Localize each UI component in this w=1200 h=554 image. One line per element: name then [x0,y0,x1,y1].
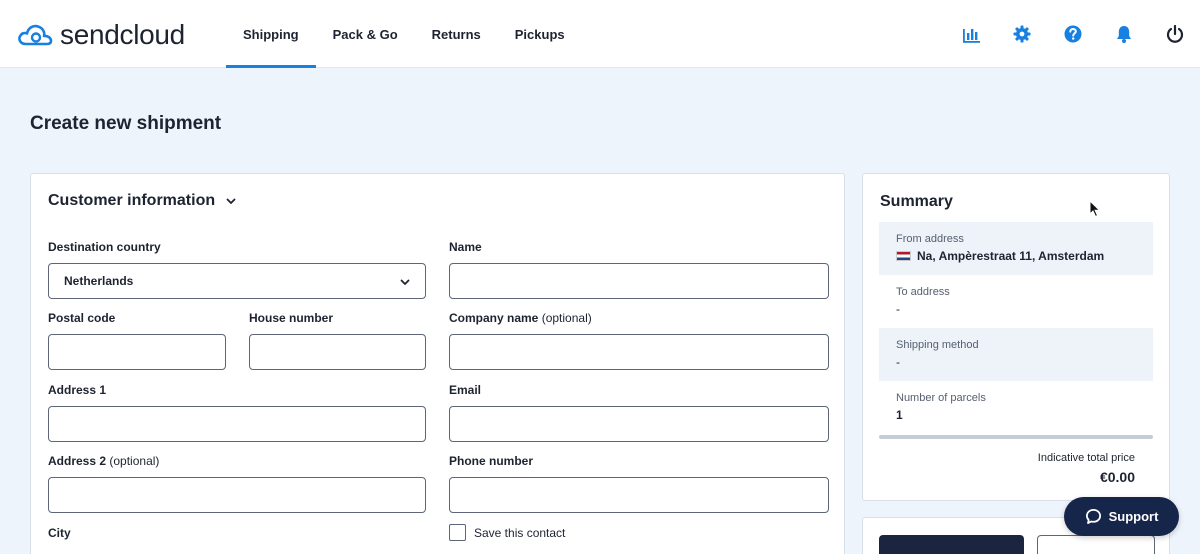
gear-icon [1013,25,1031,43]
to-address-label: To address [896,286,950,298]
summary-from-address: From address Na, Ampèrestraat 11, Amster… [879,222,1153,275]
tab-pack-and-go[interactable]: Pack & Go [316,0,415,68]
company-name-input[interactable] [449,334,829,370]
name-input[interactable] [449,263,829,299]
help-button[interactable] [1048,0,1098,68]
secondary-action-button[interactable] [1037,535,1155,554]
power-icon [1166,24,1184,43]
phone-number-input[interactable] [449,477,829,513]
address2-label: Address 2 (optional) [48,454,159,468]
number-of-parcels-value: 1 [896,408,903,422]
destination-country-select[interactable]: Netherlands [48,263,426,299]
tab-shipping[interactable]: Shipping [226,0,316,68]
customer-information-heading: Customer information [48,192,216,209]
from-address-text: Na, Ampèrestraat 11, Amsterdam [917,249,1105,263]
from-address-label: From address [896,233,964,245]
brand-name: sendcloud [60,19,185,50]
save-contact-checkbox-row[interactable]: Save this contact [449,524,565,541]
address2-label-text: Address 2 [48,454,107,468]
top-navigation-bar: sendcloud Shipping Pack & Go Returns Pic… [0,0,1200,68]
analytics-button[interactable] [946,0,996,68]
settings-button[interactable] [997,0,1047,68]
analytics-icon [963,29,980,43]
save-contact-label: Save this contact [474,525,566,540]
summary-shipping-method: Shipping method - [879,328,1153,381]
help-icon [1064,25,1082,43]
email-label: Email [449,383,482,397]
address2-input[interactable] [48,477,426,513]
house-number-label: House number [249,311,334,325]
save-contact-checkbox[interactable] [449,524,466,541]
postal-code-input[interactable] [48,334,226,370]
summary-card: Summary From address Na, Ampèrestraat 11… [862,173,1170,501]
company-name-label-text: Company name [449,311,539,325]
tab-returns[interactable]: Returns [415,0,498,68]
customer-information-toggle[interactable]: Customer information [48,192,237,210]
phone-number-label: Phone number [449,454,534,468]
primary-action-button[interactable] [879,535,1024,554]
summary-parcels: Number of parcels 1 [879,381,1153,434]
main-nav: Shipping Pack & Go Returns Pickups [226,0,582,68]
customer-information-card: Customer information Destination country… [30,173,845,554]
page-title: Create new shipment [30,113,222,134]
bell-icon [1117,26,1131,43]
address1-label: Address 1 [48,383,107,397]
optional-tag: (optional) [541,311,592,325]
city-label: City [48,526,71,540]
destination-country-label: Destination country [48,240,161,254]
house-number-input[interactable] [249,334,426,370]
indicative-price-value: €0.00 [1099,469,1135,485]
notifications-button[interactable] [1099,0,1149,68]
address1-input[interactable] [48,406,426,442]
summary-to-address: To address - [879,275,1153,328]
name-label: Name [449,240,482,254]
tab-pickups[interactable]: Pickups [498,0,582,68]
nav-icon-group [945,0,1200,68]
number-of-parcels-label: Number of parcels [896,392,986,404]
tab-label: Pack & Go [332,26,398,42]
indicative-price-label: Indicative total price [1037,452,1135,464]
summary-title: Summary [880,193,953,210]
shipping-method-label: Shipping method [896,339,979,351]
destination-country-value: Netherlands [64,274,134,288]
email-input[interactable] [449,406,829,442]
chevron-down-icon [400,279,410,285]
cloud-logo-icon [18,24,53,46]
to-address-value: - [896,302,900,316]
tab-label: Returns [431,26,481,42]
from-address-value: Na, Ampèrestraat 11, Amsterdam [896,249,1136,263]
chat-bubble-icon [1085,508,1101,525]
postal-code-label: Postal code [48,311,116,325]
optional-tag: (optional) [109,454,160,468]
chevron-down-icon [226,198,236,204]
mouse-cursor-icon [1089,200,1101,218]
netherlands-flag-icon [896,251,911,261]
logout-button[interactable] [1150,0,1200,68]
support-button[interactable]: Support [1064,497,1179,536]
sendcloud-logo[interactable]: sendcloud [16,18,185,52]
tab-label: Shipping [243,26,299,42]
company-name-label: Company name (optional) [449,311,592,325]
shipping-method-value: - [896,355,900,369]
tab-label: Pickups [514,26,565,42]
support-label: Support [1108,509,1159,524]
summary-divider [879,435,1153,439]
